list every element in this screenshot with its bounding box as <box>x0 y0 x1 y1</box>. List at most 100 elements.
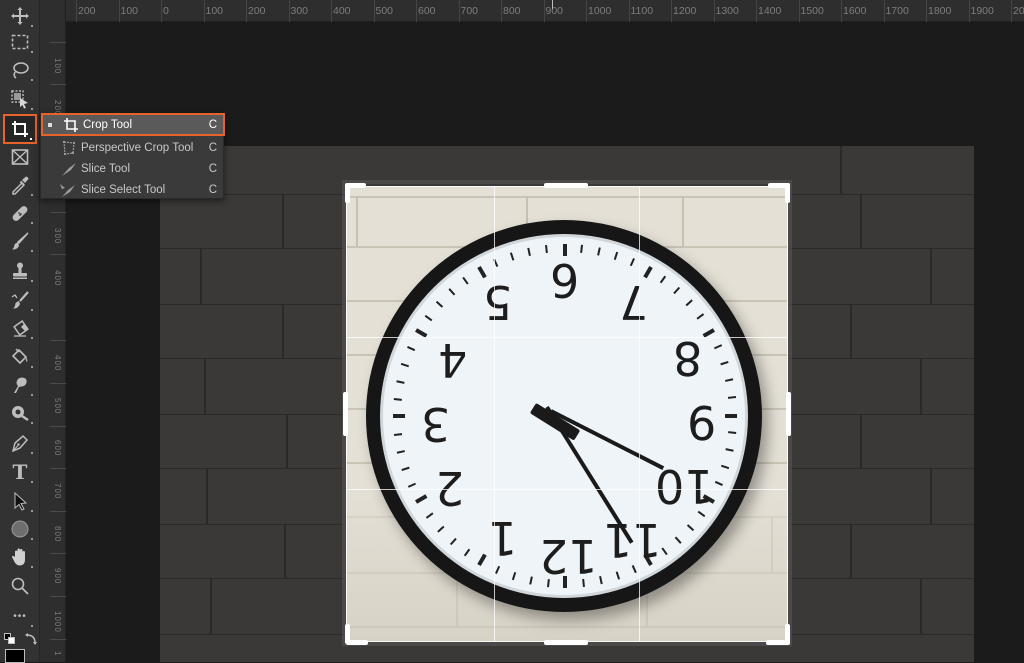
eraser-tool[interactable] <box>4 315 36 341</box>
ellipse-icon <box>11 520 29 538</box>
ruler-tick <box>968 0 970 22</box>
ruler-tick <box>288 0 290 22</box>
crop-handle-left[interactable] <box>343 392 348 436</box>
crop-handle-top-left[interactable] <box>345 183 350 203</box>
zoom-tool[interactable] <box>4 573 36 599</box>
eraser-icon <box>13 320 29 337</box>
swap-colors-icon[interactable] <box>24 632 38 646</box>
path-select-tool[interactable] <box>4 488 36 514</box>
ruler-label: 900 <box>545 5 564 17</box>
ruler-tick <box>458 0 460 22</box>
crop-handle-bottom-right[interactable] <box>785 624 790 644</box>
ruler-tick <box>756 0 757 22</box>
crop-icon <box>64 117 78 132</box>
move-icon <box>11 7 29 25</box>
menu-item-shortcut: C <box>208 183 217 196</box>
ruler-label: 100 <box>53 58 62 75</box>
crop-grid <box>346 186 788 642</box>
ruler-tick <box>883 0 885 22</box>
ruler-tick <box>543 0 545 22</box>
ruler-label: 1700 <box>885 5 909 17</box>
ruler-label: 100 <box>205 5 224 17</box>
lasso-icon <box>13 62 29 79</box>
arrow-icon <box>14 491 28 511</box>
healing-brush-tool[interactable] <box>4 200 36 226</box>
crop-handle-top[interactable] <box>544 183 588 188</box>
ruler-tick <box>586 0 587 22</box>
ruler-label: 1600 <box>843 5 867 17</box>
horizontal-ruler[interactable]: 200 100 0 100 200 300 400 500 600 700 800 900 1000 11… <box>66 0 1024 22</box>
paint-bucket-icon <box>11 348 28 365</box>
crop-handle-bottom-left[interactable] <box>345 624 350 644</box>
menu-item-crop-tool[interactable]: Crop Tool C <box>41 113 225 136</box>
ruler-tick <box>416 0 417 22</box>
tools-panel: T ••• <box>0 0 40 663</box>
menu-item-perspective-crop-tool[interactable]: Perspective Crop Tool C <box>41 137 223 158</box>
menu-item-label: Perspective Crop Tool <box>81 141 194 154</box>
ruler-label: 700 <box>460 5 479 17</box>
ruler-label: 400 <box>53 355 62 372</box>
menu-item-label: Slice Select Tool <box>81 183 166 196</box>
ruler-label: 100 <box>120 5 139 17</box>
cursor-position-marker <box>552 0 553 9</box>
crop-handle-right[interactable] <box>786 392 791 436</box>
vertical-ruler[interactable]: 100 200 300 400 400 500 600 700 800 900 … <box>40 0 66 662</box>
frame-icon <box>11 149 29 165</box>
ruler-label: 800 <box>503 5 521 17</box>
hand-tool[interactable] <box>4 544 36 570</box>
ruler-tick <box>118 0 120 22</box>
menu-item-shortcut: C <box>208 162 217 175</box>
ruler-label: 700 <box>53 483 62 500</box>
pen-icon <box>11 434 29 453</box>
crop-tool[interactable] <box>3 114 37 144</box>
marquee-tool[interactable] <box>4 29 36 55</box>
more-tools[interactable]: ••• <box>4 603 36 629</box>
foreground-color-swatch[interactable] <box>5 649 25 663</box>
brush-tool[interactable] <box>4 228 36 254</box>
ruler-label: 1400 <box>758 5 782 17</box>
object-select-tool[interactable] <box>4 86 36 112</box>
ruler-label: 300 <box>290 5 309 17</box>
more-icon: ••• <box>13 610 27 622</box>
eyedropper-tool[interactable] <box>4 172 36 198</box>
crop-handle-bottom[interactable] <box>544 640 588 645</box>
dodge-tool[interactable] <box>4 400 36 426</box>
clone-stamp-tool[interactable] <box>4 258 36 284</box>
rect-marquee-icon <box>11 34 29 50</box>
menu-item-slice-select-tool[interactable]: Slice Select Tool C <box>41 179 223 200</box>
hand-icon <box>12 548 25 566</box>
menu-item-label: Slice Tool <box>81 162 131 175</box>
bandage-icon <box>12 206 28 221</box>
dodge-icon <box>12 406 29 422</box>
ruler-tick <box>501 0 502 22</box>
type-tool[interactable]: T <box>4 459 36 485</box>
paint-bucket-tool[interactable] <box>4 344 36 370</box>
ruler-label: 1 <box>53 651 62 657</box>
crop-handle-top-right[interactable] <box>785 183 790 203</box>
default-colors-icon[interactable] <box>4 633 16 645</box>
perspective-crop-icon <box>63 140 75 155</box>
smudge-icon <box>14 377 27 393</box>
history-brush-tool[interactable] <box>4 287 36 313</box>
crop-tool-flyout-menu: Crop Tool C Perspective Crop Tool C Slic… <box>40 113 225 200</box>
move-tool[interactable] <box>4 3 36 29</box>
ruler-tick <box>246 0 247 22</box>
lasso-tool[interactable] <box>4 57 36 83</box>
ruler-label: 500 <box>375 5 394 17</box>
ruler-label: 0 <box>163 5 169 17</box>
menu-item-slice-tool[interactable]: Slice Tool C <box>41 158 223 179</box>
ruler-label: 1800 <box>928 5 952 17</box>
ruler-tick <box>331 0 332 22</box>
ruler-tick <box>713 0 715 22</box>
ruler-label: 200 <box>248 5 266 17</box>
frame-tool[interactable] <box>4 144 36 170</box>
ruler-tick <box>161 0 162 22</box>
object-select-icon <box>11 90 28 109</box>
ruler-label: 900 <box>53 568 62 585</box>
slice-select-icon <box>60 183 75 197</box>
ellipse-tool[interactable] <box>4 516 36 542</box>
ruler-label: 400 <box>53 270 62 287</box>
smudge-tool[interactable] <box>4 372 36 398</box>
ruler-label: 1000 <box>53 611 62 633</box>
pen-tool[interactable] <box>4 430 36 456</box>
